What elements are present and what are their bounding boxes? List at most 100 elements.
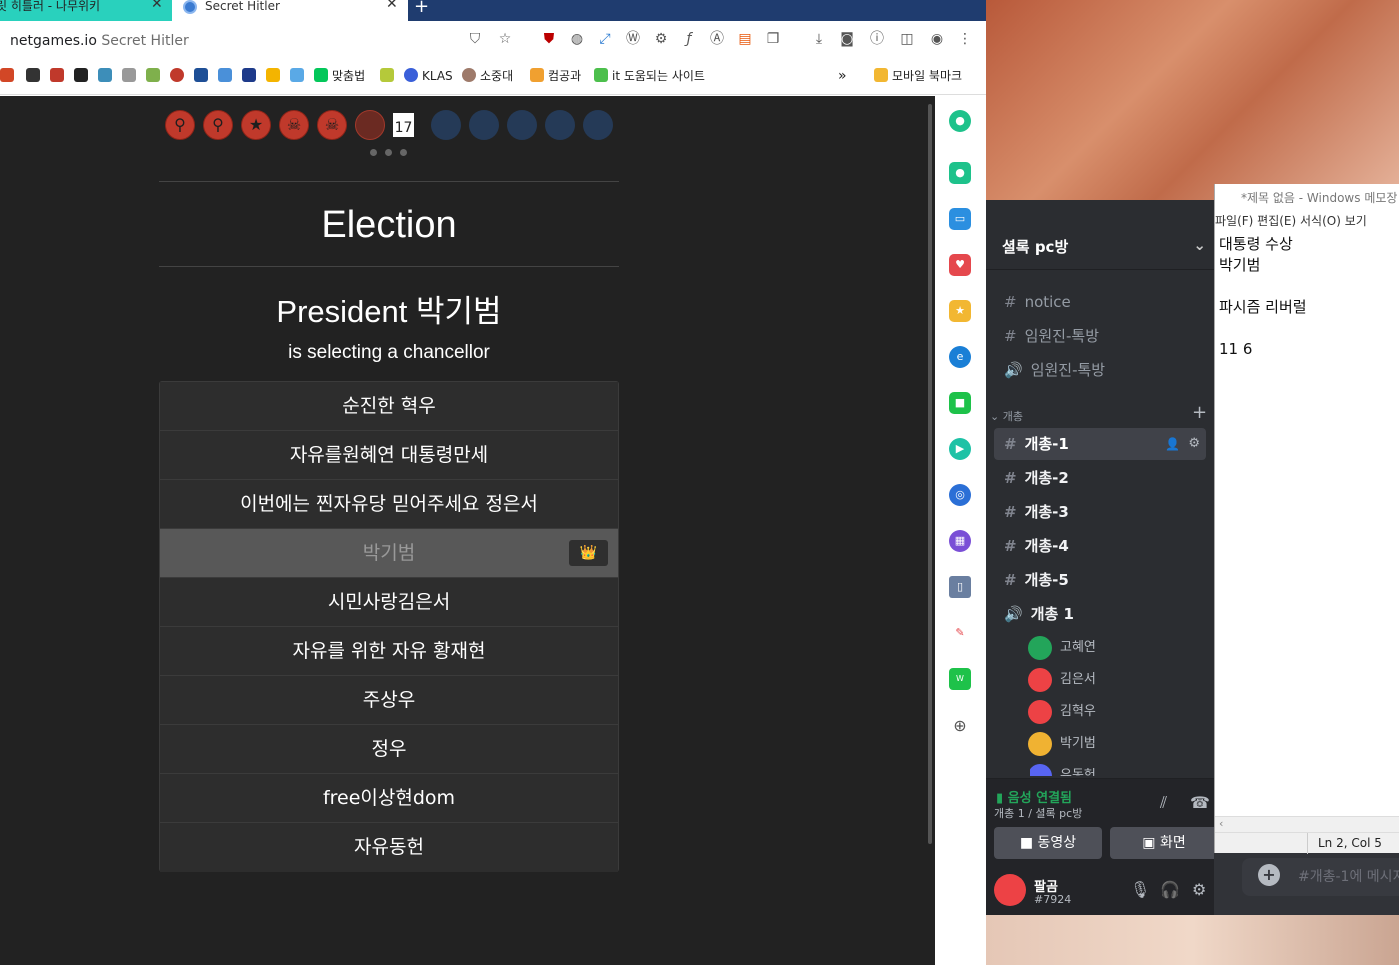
bookmark-ppt[interactable] bbox=[0, 67, 18, 85]
bookmark-khu[interactable] bbox=[26, 67, 44, 85]
voice-user[interactable]: 김혁우 bbox=[1028, 698, 1096, 726]
channel-game-2[interactable]: # 개총-2 bbox=[994, 462, 1206, 494]
voice-location[interactable]: 개총 1 / 셜록 pc방 bbox=[994, 805, 1082, 821]
notepad-menu[interactable]: 파일(F) 편집(E) 서식(O) 보기 bbox=[1215, 212, 1399, 234]
page-scrollbar[interactable] bbox=[926, 96, 935, 846]
new-tab-button[interactable]: + bbox=[414, 0, 429, 17]
player-option[interactable]: free이상현dom bbox=[160, 774, 618, 823]
bookmark-mobile[interactable]: 모바일 북마크 bbox=[874, 67, 962, 85]
voice-channel-game-1[interactable]: 🔊 개총 1 bbox=[994, 598, 1206, 630]
player-option[interactable]: 자유를원혜연 대통령만세 bbox=[160, 431, 618, 480]
invite-icon[interactable]: 👤 bbox=[1165, 428, 1180, 460]
gear-icon[interactable]: ⚙ bbox=[652, 30, 670, 48]
url-field[interactable]: netgames.io Secret Hitler bbox=[10, 33, 189, 49]
bookmark-7[interactable] bbox=[146, 67, 164, 85]
star-icon[interactable]: ☆ bbox=[496, 30, 514, 48]
video-button[interactable]: ■ 동영상 bbox=[994, 827, 1102, 859]
bookmarks-more[interactable]: » bbox=[838, 67, 847, 85]
bookmark-9[interactable] bbox=[194, 67, 212, 85]
disconnect-icon[interactable]: ☎ bbox=[1190, 793, 1210, 812]
calendar-icon[interactable]: ▦ bbox=[949, 530, 971, 552]
webtoon-icon[interactable]: W bbox=[949, 668, 971, 690]
bookmark-it[interactable]: it 도움되는 사이트 bbox=[594, 67, 705, 85]
add-icon[interactable]: ⊕ bbox=[949, 715, 971, 737]
channel-staff[interactable]: # 임원진-톡방 bbox=[994, 320, 1206, 352]
voice-user[interactable]: 박기범 bbox=[1028, 730, 1096, 758]
wappalyzer-icon[interactable]: Ⓦ bbox=[624, 30, 642, 48]
noise-suppression-icon[interactable]: ⫽ bbox=[1160, 793, 1167, 813]
player-option[interactable]: 순진한 혁우 bbox=[160, 382, 618, 431]
voice-user[interactable]: 고혜연 bbox=[1028, 634, 1096, 662]
resize-icon[interactable]: ⤢ bbox=[596, 30, 614, 48]
font-icon[interactable]: ƒ bbox=[680, 30, 698, 48]
shield-icon[interactable]: ⛉ bbox=[466, 30, 484, 48]
tab-secret-hitler[interactable]: Secret Hitler ✕ bbox=[172, 0, 408, 21]
download-icon[interactable]: ⤓ bbox=[810, 30, 828, 48]
horizontal-scrollbar[interactable]: ‹ bbox=[1215, 816, 1399, 832]
headphones-icon[interactable]: 🎧 bbox=[1160, 880, 1180, 899]
notepad-text-area[interactable]: 대통령 수상 박기범 파시즘 리버럴 11 6 bbox=[1219, 234, 1399, 360]
window-icon[interactable]: ▭ bbox=[949, 208, 971, 230]
bookmark-8[interactable] bbox=[170, 67, 188, 85]
channel-staff-voice[interactable]: 🔊 임원진-톡방 bbox=[994, 354, 1206, 386]
tab-namuwiki[interactable]: 릿 히틀러 - 나무위키 ✕ bbox=[0, 0, 172, 21]
channel-game-5[interactable]: # 개총-5 bbox=[994, 564, 1206, 596]
avatar[interactable] bbox=[994, 874, 1026, 906]
bookmark-klas[interactable]: KLAS bbox=[404, 67, 453, 85]
close-icon[interactable]: ✕ bbox=[386, 0, 398, 11]
bookmark-13[interactable] bbox=[290, 67, 308, 85]
player-option[interactable]: 자유동헌 bbox=[160, 823, 618, 872]
sidebar-icon[interactable]: ◫ bbox=[898, 30, 916, 48]
bookmark-sojungdae[interactable]: 소중대 bbox=[462, 67, 513, 85]
bookmark-6[interactable] bbox=[122, 67, 140, 85]
player-option[interactable]: 주상우 bbox=[160, 676, 618, 725]
mouse-icon[interactable]: ◍ bbox=[568, 30, 586, 48]
player-option[interactable]: 시민사랑김은서 bbox=[160, 578, 618, 627]
copy-icon[interactable]: ❐ bbox=[764, 30, 782, 48]
book-icon[interactable]: ▯ bbox=[949, 576, 971, 598]
channel-notice[interactable]: # notice bbox=[994, 286, 1206, 318]
bookmark-10[interactable] bbox=[218, 67, 236, 85]
menu-icon[interactable]: ⋮ bbox=[956, 30, 974, 48]
circle-icon[interactable]: ● bbox=[949, 110, 971, 132]
edge-icon[interactable]: e bbox=[949, 346, 971, 368]
player-option[interactable]: 자유를 위한 자유 황재현 bbox=[160, 627, 618, 676]
add-attachment-icon[interactable]: + bbox=[1258, 864, 1280, 886]
channel-game-4[interactable]: # 개총-4 bbox=[994, 530, 1206, 562]
scrollbar-thumb[interactable] bbox=[928, 104, 932, 844]
voice-user[interactable]: 김은서 bbox=[1028, 666, 1096, 694]
category-header[interactable]: ⌄ 개총 bbox=[990, 408, 1023, 424]
player-option[interactable]: 이번에는 찐자유당 믿어주세요 정은서 bbox=[160, 480, 618, 529]
gear-icon[interactable]: ⚙ bbox=[1188, 428, 1200, 460]
bookmark-cse[interactable]: 컴공과 bbox=[530, 67, 581, 85]
pen-icon[interactable]: ✎ bbox=[949, 622, 971, 644]
a-icon[interactable]: Ⓐ bbox=[708, 30, 726, 48]
close-icon[interactable]: ✕ bbox=[151, 0, 163, 11]
ublock-icon[interactable]: ⛊ bbox=[540, 30, 558, 48]
bookmark-spelling[interactable]: 맞춤법 bbox=[314, 67, 365, 85]
camera-icon[interactable]: ◙ bbox=[838, 30, 856, 48]
channel-game-3[interactable]: # 개총-3 bbox=[994, 496, 1206, 528]
microphone-icon[interactable]: 🎙 bbox=[1130, 880, 1150, 899]
profile-icon[interactable]: ◉ bbox=[928, 30, 946, 48]
baseball-icon[interactable]: ◎ bbox=[949, 484, 971, 506]
layout-icon[interactable]: ▤ bbox=[736, 30, 754, 48]
info-icon[interactable]: ⓘ bbox=[868, 30, 886, 48]
bookmark-h[interactable] bbox=[242, 67, 260, 85]
bookmark-e[interactable] bbox=[380, 67, 398, 85]
square-icon[interactable]: ■ bbox=[949, 392, 971, 414]
screen-share-button[interactable]: ▣ 화면 bbox=[1110, 827, 1218, 859]
bell-icon[interactable]: ● bbox=[949, 162, 971, 184]
pocket-icon[interactable]: ♥ bbox=[949, 254, 971, 276]
bookmark-5[interactable] bbox=[98, 67, 116, 85]
channel-game-1[interactable]: # 개총-1 👤 ⚙ bbox=[994, 428, 1206, 460]
star-icon[interactable]: ★ bbox=[949, 300, 971, 322]
player-option[interactable]: 정우 bbox=[160, 725, 618, 774]
bookmark-drive[interactable] bbox=[266, 67, 284, 85]
add-channel-icon[interactable]: + bbox=[1192, 402, 1207, 423]
play-icon[interactable]: ▶ bbox=[949, 438, 971, 460]
address-bar[interactable]: netgames.io Secret Hitler ⛉ ☆ ⛊ ◍ ⤢ Ⓦ ⚙ … bbox=[0, 21, 986, 61]
server-header[interactable]: 셜록 pc방 ⌄ bbox=[986, 224, 1214, 270]
gear-icon[interactable]: ⚙ bbox=[1192, 880, 1206, 899]
voice-user[interactable]: 유동헌 bbox=[1030, 762, 1096, 776]
